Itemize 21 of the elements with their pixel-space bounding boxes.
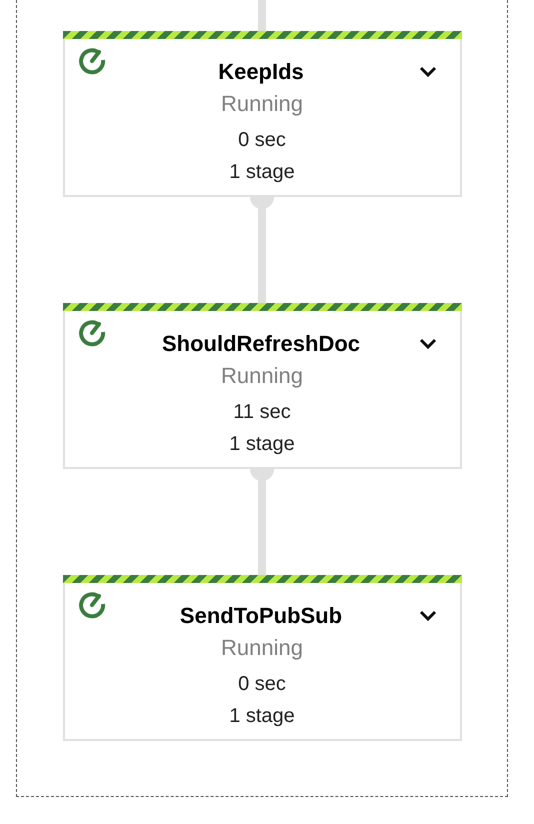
status-text: Running — [221, 90, 303, 118]
stage-count-text: 1 stage — [229, 432, 295, 457]
stage-title: KeepIds — [218, 58, 304, 86]
status-text: Running — [221, 634, 303, 662]
duration-text: 11 sec — [233, 400, 291, 425]
stage-card[interactable]: KeepIds Running 0 sec 1 stage — [62, 31, 462, 197]
circular-arrow-icon — [76, 46, 106, 76]
status-text: Running — [221, 362, 303, 390]
stage-count-text: 1 stage — [229, 160, 295, 185]
circular-arrow-icon — [76, 590, 106, 620]
duration-text: 0 sec — [238, 128, 286, 153]
stage-title: SendToPubSub — [180, 602, 342, 630]
stage-card[interactable]: SendToPubSub Running 0 sec 1 stage — [62, 575, 462, 741]
chevron-down-icon — [418, 338, 436, 350]
stage-card[interactable]: ShouldRefreshDoc Running 11 sec 1 stage — [62, 303, 462, 469]
stage-title: ShouldRefreshDoc — [162, 330, 360, 358]
stage-count-text: 1 stage — [229, 704, 295, 729]
chevron-down-icon — [418, 610, 436, 622]
chevron-down-icon — [418, 66, 436, 78]
duration-text: 0 sec — [238, 672, 286, 697]
circular-arrow-icon — [76, 318, 106, 348]
